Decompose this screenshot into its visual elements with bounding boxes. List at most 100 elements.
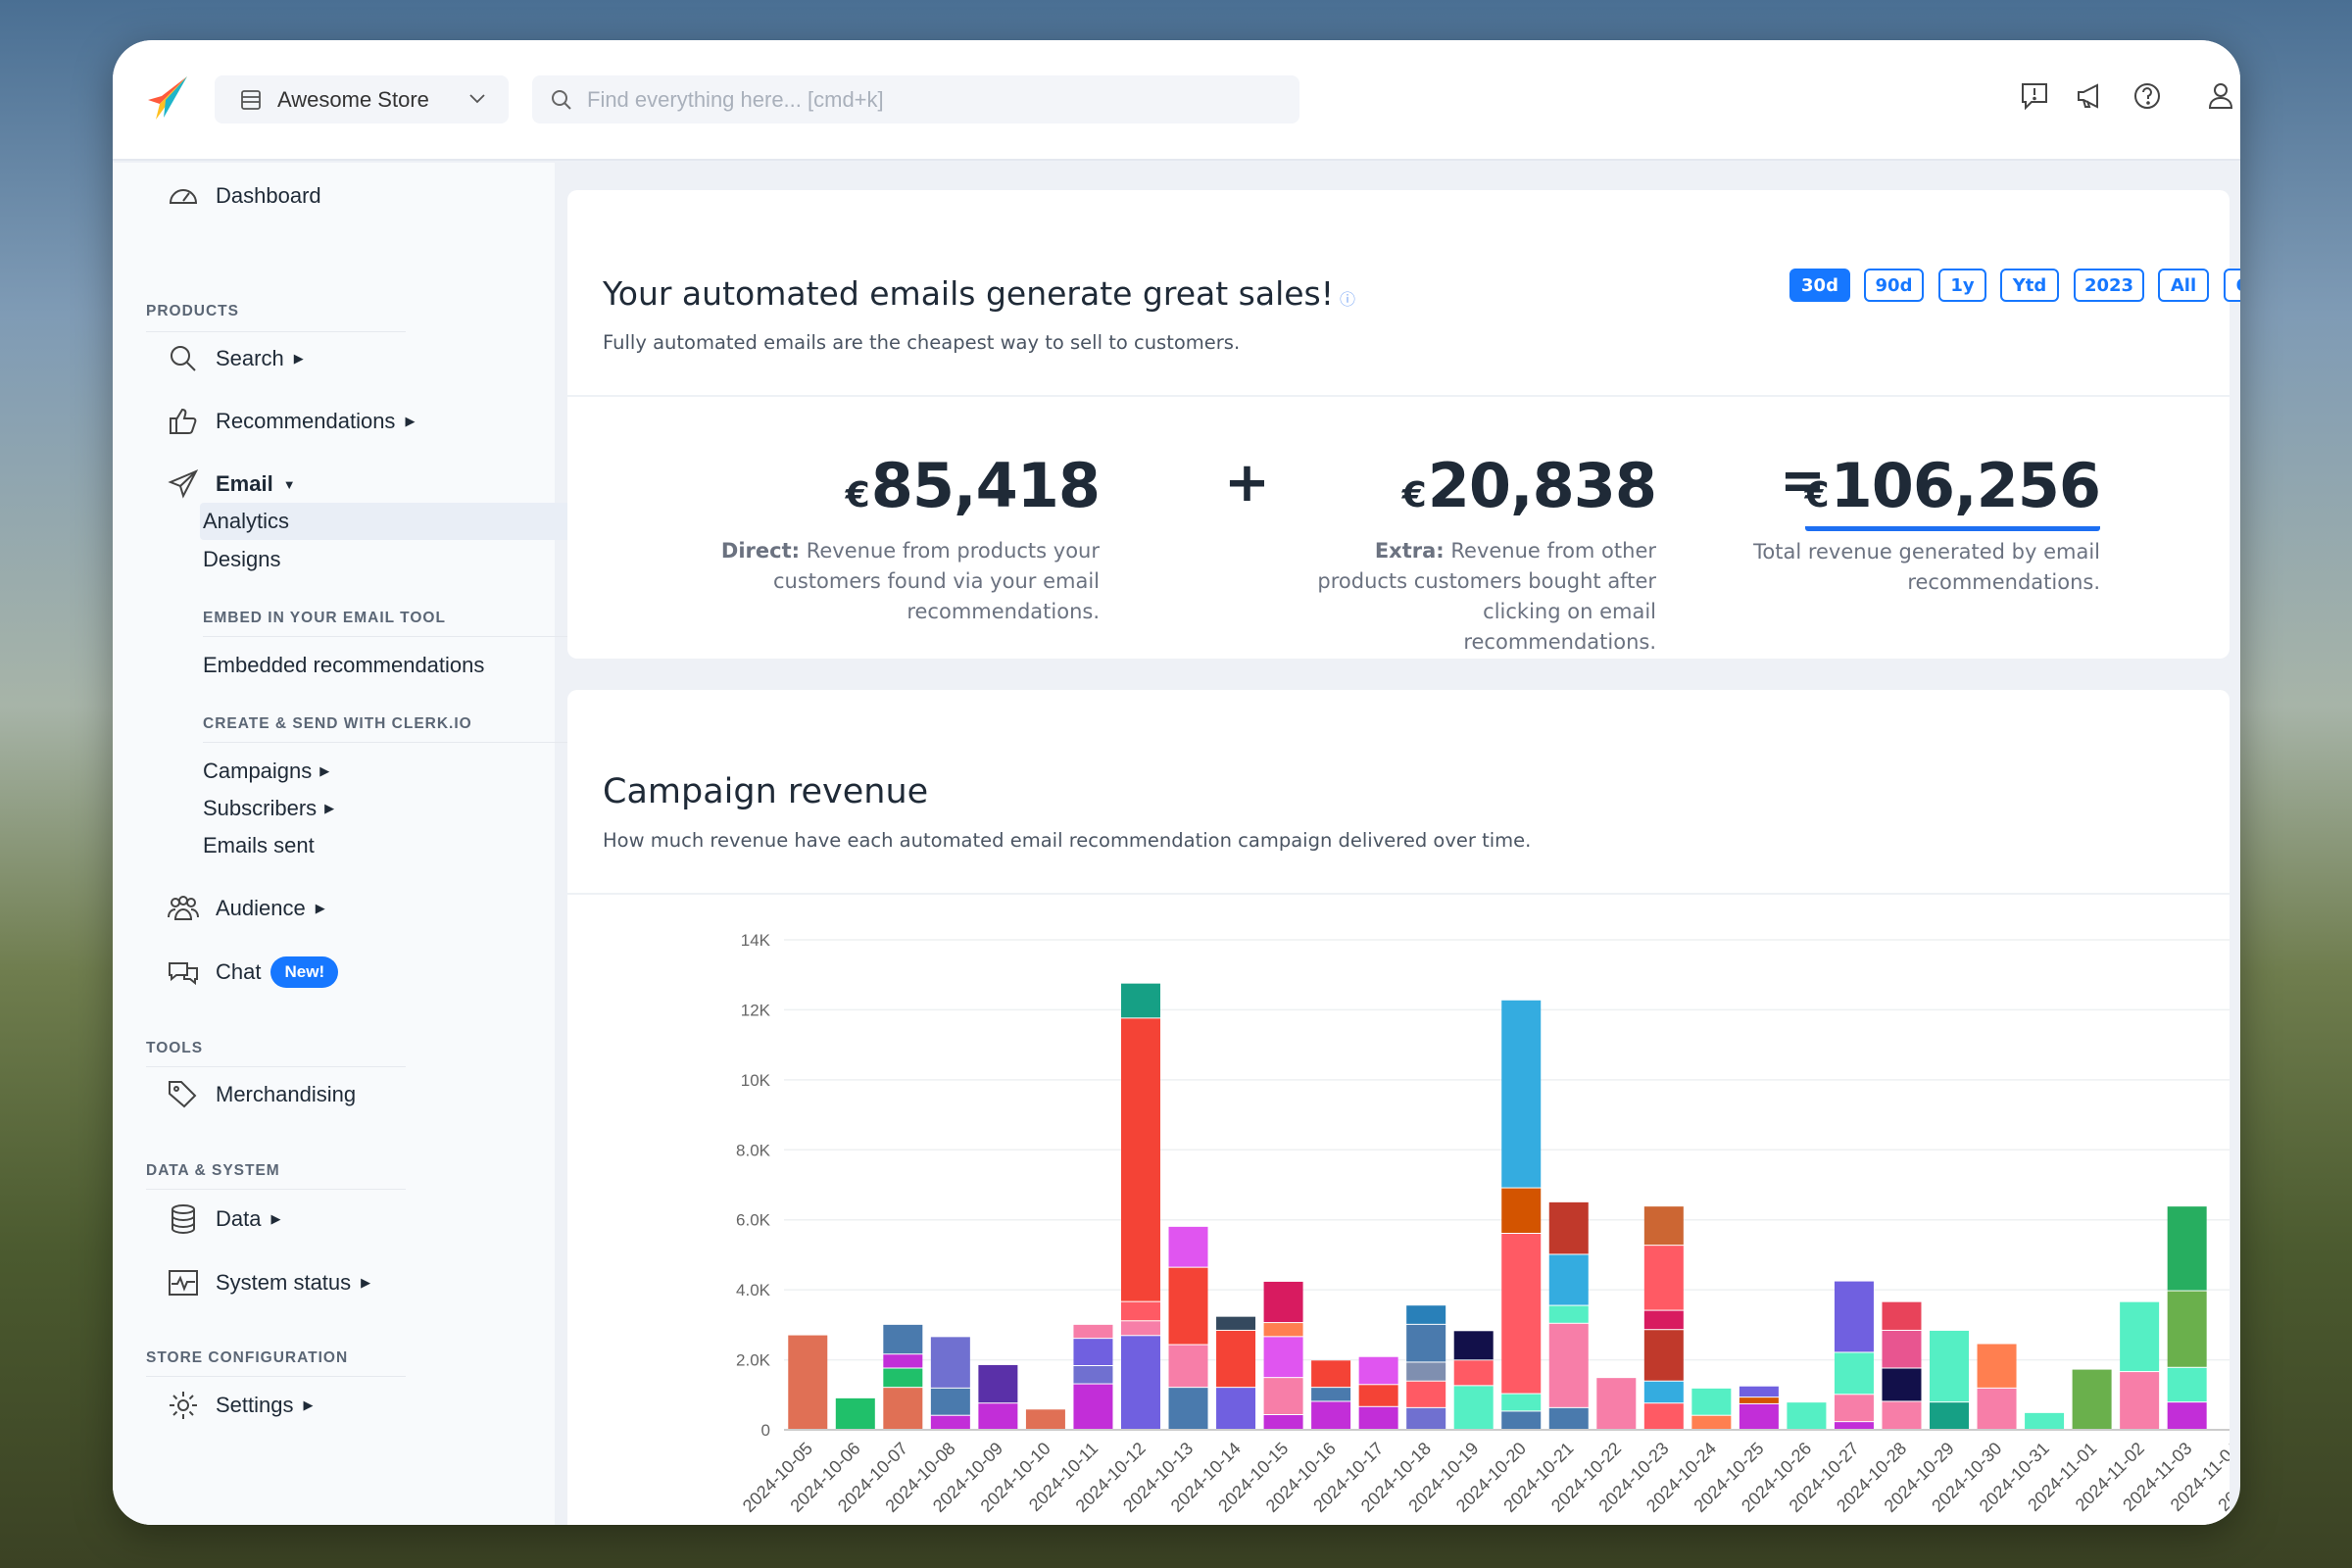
bar-segment[interactable] [1406, 1305, 1446, 1324]
period-1y-button[interactable]: 1y [1938, 269, 1986, 302]
bar-segment[interactable] [1120, 1018, 1160, 1301]
bar-segment[interactable] [788, 1335, 828, 1429]
bar-segment[interactable] [1501, 1234, 1542, 1394]
period-other-button[interactable]: Other [2224, 269, 2240, 302]
bar-segment[interactable] [1834, 1352, 1874, 1395]
bar-segment[interactable] [1168, 1388, 1208, 1429]
sidebar-item-dashboard[interactable]: Dashboard [167, 178, 321, 214]
bar-segment[interactable] [1548, 1254, 1589, 1305]
bar-segment[interactable] [1025, 1409, 1065, 1429]
bar-segment[interactable] [1643, 1403, 1684, 1429]
bar-segment[interactable] [930, 1388, 970, 1415]
bar-segment[interactable] [1406, 1407, 1446, 1429]
bar-segment[interactable] [883, 1368, 923, 1388]
global-search[interactable] [532, 75, 1299, 123]
bar-segment[interactable] [1930, 1330, 1970, 1402]
bar-segment[interactable] [1120, 1301, 1160, 1321]
period-2023-button[interactable]: 2023 [2074, 269, 2144, 302]
bar-segment[interactable] [1548, 1201, 1589, 1254]
bar-segment[interactable] [1501, 1411, 1542, 1429]
bar-segment[interactable] [1073, 1384, 1113, 1429]
bar-segment[interactable] [1216, 1388, 1256, 1429]
bar-segment[interactable] [1596, 1378, 1637, 1429]
bar-segment[interactable] [1977, 1344, 2017, 1388]
sidebar-item-search[interactable]: Search ▶ [167, 341, 304, 376]
sidebar-subitem-designs[interactable]: Designs [203, 542, 280, 577]
bar-segment[interactable] [1168, 1267, 1208, 1345]
bar-segment[interactable] [1073, 1324, 1113, 1339]
bar-segment[interactable] [1882, 1301, 1922, 1330]
user-icon[interactable] [2204, 79, 2237, 113]
bar-segment[interactable] [1120, 983, 1160, 1018]
bar-segment[interactable] [883, 1354, 923, 1368]
sidebar-item-audience[interactable]: Audience ▶ [167, 891, 325, 926]
sidebar-item-system-status[interactable]: System status ▶ [167, 1265, 370, 1300]
bar-segment[interactable] [2072, 1369, 2112, 1429]
bar-segment[interactable] [1406, 1381, 1446, 1407]
bar-segment[interactable] [1882, 1330, 1922, 1368]
sidebar-item-email[interactable]: Email ▼ [167, 466, 296, 502]
help-icon[interactable] [2131, 79, 2164, 113]
bar-segment[interactable] [1311, 1401, 1351, 1429]
bar-segment[interactable] [2167, 1291, 2207, 1367]
bar-segment[interactable] [1216, 1316, 1256, 1330]
store-selector[interactable]: Awesome Store [215, 75, 509, 123]
bar-segment[interactable] [2167, 1402, 2207, 1429]
bar-segment[interactable] [1406, 1324, 1446, 1362]
bar-segment[interactable] [978, 1364, 1018, 1403]
bar-segment[interactable] [1643, 1246, 1684, 1310]
bar-segment[interactable] [1548, 1323, 1589, 1407]
bar-segment[interactable] [1263, 1415, 1303, 1429]
bar-segment[interactable] [1263, 1337, 1303, 1378]
bar-segment[interactable] [1453, 1360, 1494, 1386]
bar-segment[interactable] [1691, 1415, 1732, 1429]
megaphone-icon[interactable] [2075, 79, 2108, 113]
sidebar-item-recommendations[interactable]: Recommendations ▶ [167, 404, 415, 439]
bar-segment[interactable] [1882, 1368, 1922, 1401]
period-all-button[interactable]: All [2158, 269, 2209, 302]
bar-segment[interactable] [1643, 1310, 1684, 1330]
bar-segment[interactable] [1882, 1401, 1922, 1429]
bar-segment[interactable] [1739, 1403, 1779, 1429]
bar-segment[interactable] [1168, 1345, 1208, 1388]
logo-plane-icon[interactable] [142, 74, 191, 123]
bar-segment[interactable] [1691, 1388, 1732, 1415]
bar-segment[interactable] [1216, 1330, 1256, 1388]
bar-segment[interactable] [2120, 1301, 2160, 1372]
bar-segment[interactable] [978, 1403, 1018, 1429]
bar-segment[interactable] [1358, 1385, 1398, 1406]
sidebar-item-merchandising[interactable]: Merchandising [167, 1077, 356, 1112]
bar-segment[interactable] [1977, 1388, 2017, 1429]
feedback-icon[interactable] [2018, 79, 2051, 113]
sidebar-item-settings[interactable]: Settings ▶ [167, 1388, 314, 1423]
bar-segment[interactable] [1073, 1366, 1113, 1384]
bar-segment[interactable] [1834, 1281, 1874, 1352]
bar-segment[interactable] [1501, 1394, 1542, 1411]
bar-segment[interactable] [1263, 1281, 1303, 1323]
sidebar-item-chat[interactable]: Chat New! [167, 955, 339, 990]
sidebar-subitem-subscribers[interactable]: Subscribers ▶ [203, 791, 334, 826]
bar-segment[interactable] [1739, 1386, 1779, 1397]
bar-segment[interactable] [1834, 1422, 1874, 1429]
bar-segment[interactable] [1406, 1362, 1446, 1381]
bar-segment[interactable] [1311, 1388, 1351, 1401]
search-input[interactable] [587, 86, 1273, 113]
bar-segment[interactable] [1739, 1397, 1779, 1403]
bar-segment[interactable] [1263, 1378, 1303, 1414]
bar-segment[interactable] [1168, 1226, 1208, 1267]
period-ytd-button[interactable]: Ytd [2000, 269, 2059, 302]
bar-segment[interactable] [1358, 1356, 1398, 1385]
period-30d-button[interactable]: 30d [1789, 269, 1850, 302]
bar-segment[interactable] [1358, 1406, 1398, 1429]
bar-segment[interactable] [2167, 1206, 2207, 1291]
info-icon[interactable]: ⓘ [1340, 290, 1355, 309]
bar-segment[interactable] [2025, 1412, 2065, 1429]
bar-segment[interactable] [883, 1388, 923, 1429]
bar-segment[interactable] [930, 1415, 970, 1429]
sidebar-subitem-campaigns[interactable]: Campaigns ▶ [203, 754, 329, 789]
sidebar-subitem-emails-sent[interactable]: Emails sent [203, 828, 315, 863]
bar-segment[interactable] [1548, 1305, 1589, 1323]
bar-segment[interactable] [1453, 1386, 1494, 1429]
bar-segment[interactable] [1453, 1331, 1494, 1360]
sidebar-subitem-analytics[interactable]: Analytics [203, 504, 289, 539]
